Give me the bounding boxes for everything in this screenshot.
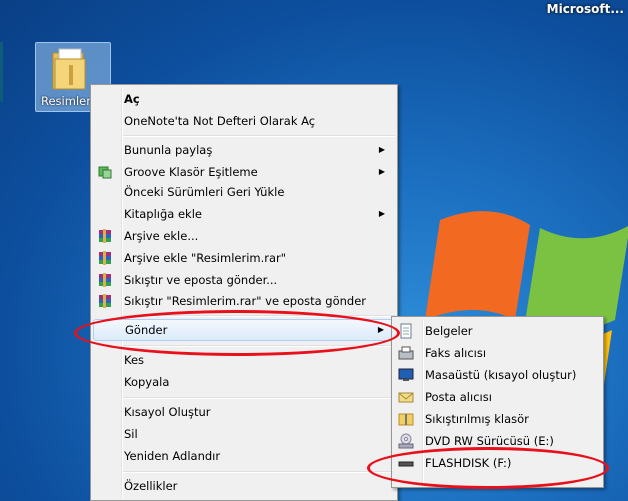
menu-item-onenote[interactable]: OneNote'ta Not Defteri Olarak Aç xyxy=(93,110,395,132)
winrar-icon xyxy=(99,251,111,265)
dvd-drive-icon xyxy=(398,433,414,449)
menu-item-add-to-library[interactable]: Kitaplığa ekle ▶ xyxy=(93,203,395,225)
documents-icon xyxy=(400,323,412,339)
winrar-icon xyxy=(99,273,111,287)
menu-item-label: Faks alıcısı xyxy=(425,346,487,360)
mail-icon xyxy=(398,392,414,403)
menu-item-copy[interactable]: Kopyala xyxy=(93,371,395,393)
menu-item-label: Sıkıştırılmış klasör xyxy=(425,412,529,426)
menu-separator xyxy=(123,397,395,399)
sendto-item-fax[interactable]: Faks alıcısı xyxy=(394,342,601,364)
menu-item-label: Sil xyxy=(124,427,138,441)
winrar-icon xyxy=(99,229,111,243)
annotation-oval-send-to xyxy=(74,310,400,356)
menu-item-rename[interactable]: Yeniden Adlandır xyxy=(93,445,395,467)
menu-item-label: Aç xyxy=(124,92,140,106)
menu-item-label: Groove Klasör Eşitleme xyxy=(124,165,258,179)
menu-item-label: Kitaplığa ekle xyxy=(124,207,202,221)
sendto-item-desktop[interactable]: Masaüstü (kısayol oluştur) xyxy=(394,364,601,386)
menu-item-label: Arşive ekle "Resimlerim.rar" xyxy=(124,251,287,265)
menu-item-label: Arşive ekle... xyxy=(124,229,199,243)
menu-item-compress-rar-email[interactable]: Sıkıştır "Resimlerim.rar" ve eposta gönd… xyxy=(93,290,395,312)
menu-item-create-shortcut[interactable]: Kısayol Oluştur xyxy=(93,401,395,423)
menu-item-label: Yeniden Adlandır xyxy=(124,449,221,463)
menu-item-properties[interactable]: Özellikler xyxy=(93,475,395,497)
menu-item-label: Özellikler xyxy=(124,479,178,493)
menu-item-restore-versions[interactable]: Önceki Sürümleri Geri Yükle xyxy=(93,181,395,203)
desktop-folder-label: Resimler xyxy=(41,94,91,108)
sendto-item-zip[interactable]: Sıkıştırılmış klasör xyxy=(394,408,601,430)
zip-folder-icon xyxy=(398,413,414,426)
menu-item-label: Sıkıştır ve eposta gönder... xyxy=(124,273,278,287)
menu-item-label: DVD RW Sürücüsü (E:) xyxy=(425,434,554,448)
sendto-item-documents[interactable]: Belgeler xyxy=(394,320,601,342)
menu-item-label: Kes xyxy=(124,353,145,367)
folder-icon xyxy=(52,48,86,90)
sendto-item-mail[interactable]: Posta alıcısı xyxy=(394,386,601,408)
menu-item-open[interactable]: Aç xyxy=(93,88,395,110)
menu-item-label: Posta alıcısı xyxy=(425,390,492,404)
menu-item-compress-email[interactable]: Sıkıştır ve eposta gönder... xyxy=(93,269,395,291)
menu-item-label: Masaüstü (kısayol oluştur) xyxy=(425,368,577,382)
context-menu: Aç OneNote'ta Not Defteri Olarak Aç Bunu… xyxy=(90,84,398,501)
menu-item-add-archive[interactable]: Arşive ekle... xyxy=(93,225,395,247)
submenu-arrow-icon: ▶ xyxy=(378,145,385,154)
submenu-arrow-icon: ▶ xyxy=(378,167,385,176)
menu-item-label: Belgeler xyxy=(425,324,473,338)
annotation-oval-flashdisk xyxy=(367,447,609,489)
menu-item-label: Bununla paylaş xyxy=(124,143,213,157)
menu-item-label: Kısayol Oluştur xyxy=(124,405,211,419)
menu-item-label: Sıkıştır "Resimlerim.rar" ve eposta gönd… xyxy=(124,294,367,308)
desktop-icon xyxy=(398,368,414,381)
winrar-icon xyxy=(99,294,111,308)
menu-item-groove[interactable]: Groove Klasör Eşitleme ▶ xyxy=(93,161,395,183)
fax-icon xyxy=(398,346,414,360)
desktop-edge xyxy=(0,42,3,102)
menu-item-label: Kopyala xyxy=(124,375,170,389)
menu-item-add-archive-rar[interactable]: Arşive ekle "Resimlerim.rar" xyxy=(93,247,395,269)
menu-item-delete[interactable]: Sil xyxy=(93,423,395,445)
window-title: Microsoft... xyxy=(546,2,624,16)
submenu-arrow-icon: ▶ xyxy=(378,209,385,218)
menu-separator xyxy=(123,471,395,473)
groove-icon xyxy=(98,166,112,179)
menu-separator xyxy=(123,135,395,137)
menu-item-label: OneNote'ta Not Defteri Olarak Aç xyxy=(124,114,316,128)
menu-item-share[interactable]: Bununla paylaş ▶ xyxy=(93,139,395,161)
menu-item-label: Önceki Sürümleri Geri Yükle xyxy=(124,185,285,199)
